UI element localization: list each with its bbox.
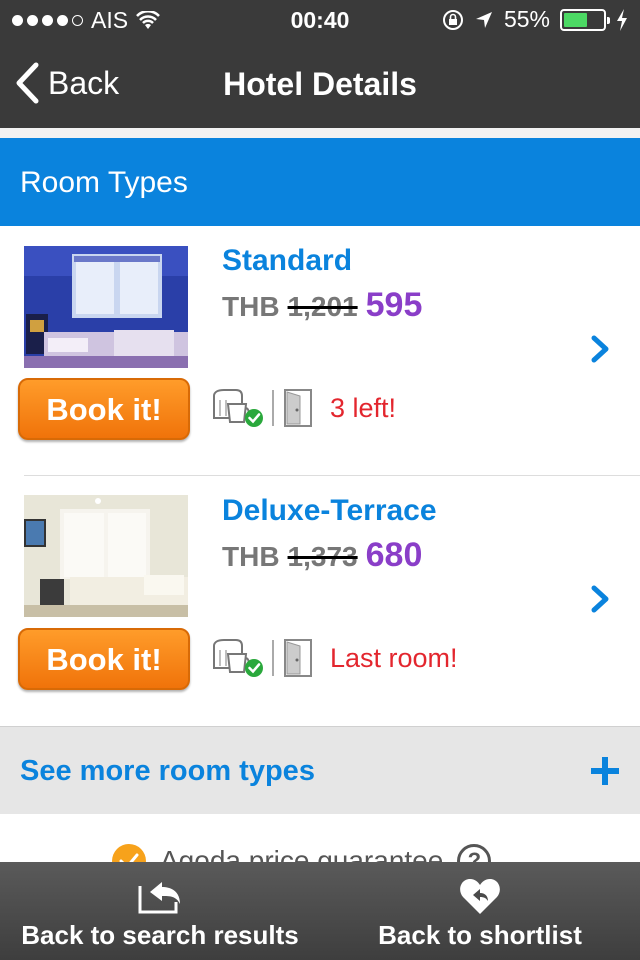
book-it-button[interactable]: Book it! <box>18 628 190 690</box>
original-price: 1,373 <box>287 541 358 572</box>
breakfast-included-icon <box>213 389 263 427</box>
price-currency: THB <box>222 291 280 322</box>
room-item-standard[interactable]: Standard THB 1,201 595 Book it! 3 left! <box>0 226 640 476</box>
page-title: Hotel Details <box>223 66 417 102</box>
charging-bolt-icon <box>617 8 627 31</box>
back-to-search-results-button[interactable]: Back to search results <box>0 862 320 960</box>
plus-icon[interactable] <box>588 754 622 788</box>
bottom-toolbar: Back to search results Back to shortlist <box>0 862 640 960</box>
original-price: 1,201 <box>287 291 358 322</box>
price-currency: THB <box>222 541 280 572</box>
room-price: THB 1,373 680 <box>222 536 422 575</box>
amenity-divider <box>272 390 274 426</box>
discount-price: 680 <box>365 536 423 574</box>
location-arrow-icon <box>475 11 492 28</box>
heart-return-icon <box>460 879 500 914</box>
room-name[interactable]: Deluxe-Terrace <box>222 494 437 528</box>
door-icon <box>284 389 312 427</box>
back-to-search-label: Back to search results <box>21 920 299 950</box>
battery-icon <box>560 8 610 31</box>
rooms-left-label: 3 left! <box>330 392 397 423</box>
return-arrow-icon <box>138 882 180 914</box>
back-to-shortlist-label: Back to shortlist <box>378 920 582 950</box>
rotation-lock-icon <box>442 9 463 30</box>
chevron-right-icon[interactable] <box>588 334 612 364</box>
see-more-room-types-row[interactable]: See more room types <box>0 726 640 814</box>
status-right: 55% <box>442 6 628 33</box>
room-amenities: 3 left! <box>210 386 396 430</box>
room-amenities: Last room! <box>210 636 458 680</box>
book-it-button[interactable]: Book it! <box>18 378 190 440</box>
amenity-divider <box>272 640 274 676</box>
room-types-header: Room Types <box>0 138 640 226</box>
room-price: THB 1,201 595 <box>222 286 422 325</box>
see-more-label[interactable]: See more room types <box>20 755 315 788</box>
status-bar: AIS 00:40 55% <box>0 0 640 40</box>
navigation-bar: Back Hotel Details <box>0 40 640 128</box>
battery-percent: 55% <box>503 6 550 32</box>
door-icon <box>284 639 312 677</box>
back-to-shortlist-button[interactable]: Back to shortlist <box>320 862 640 960</box>
room-photo[interactable] <box>24 495 188 617</box>
chevron-right-icon[interactable] <box>588 584 612 614</box>
discount-price: 595 <box>365 286 423 324</box>
room-name[interactable]: Standard <box>222 244 352 278</box>
header-gap <box>0 128 640 138</box>
room-photo[interactable] <box>24 246 188 368</box>
breakfast-included-icon <box>213 639 263 677</box>
room-item-deluxe-terrace[interactable]: Deluxe-Terrace THB 1,373 680 Book it! La… <box>0 476 640 726</box>
rooms-left-label: Last room! <box>330 642 458 673</box>
